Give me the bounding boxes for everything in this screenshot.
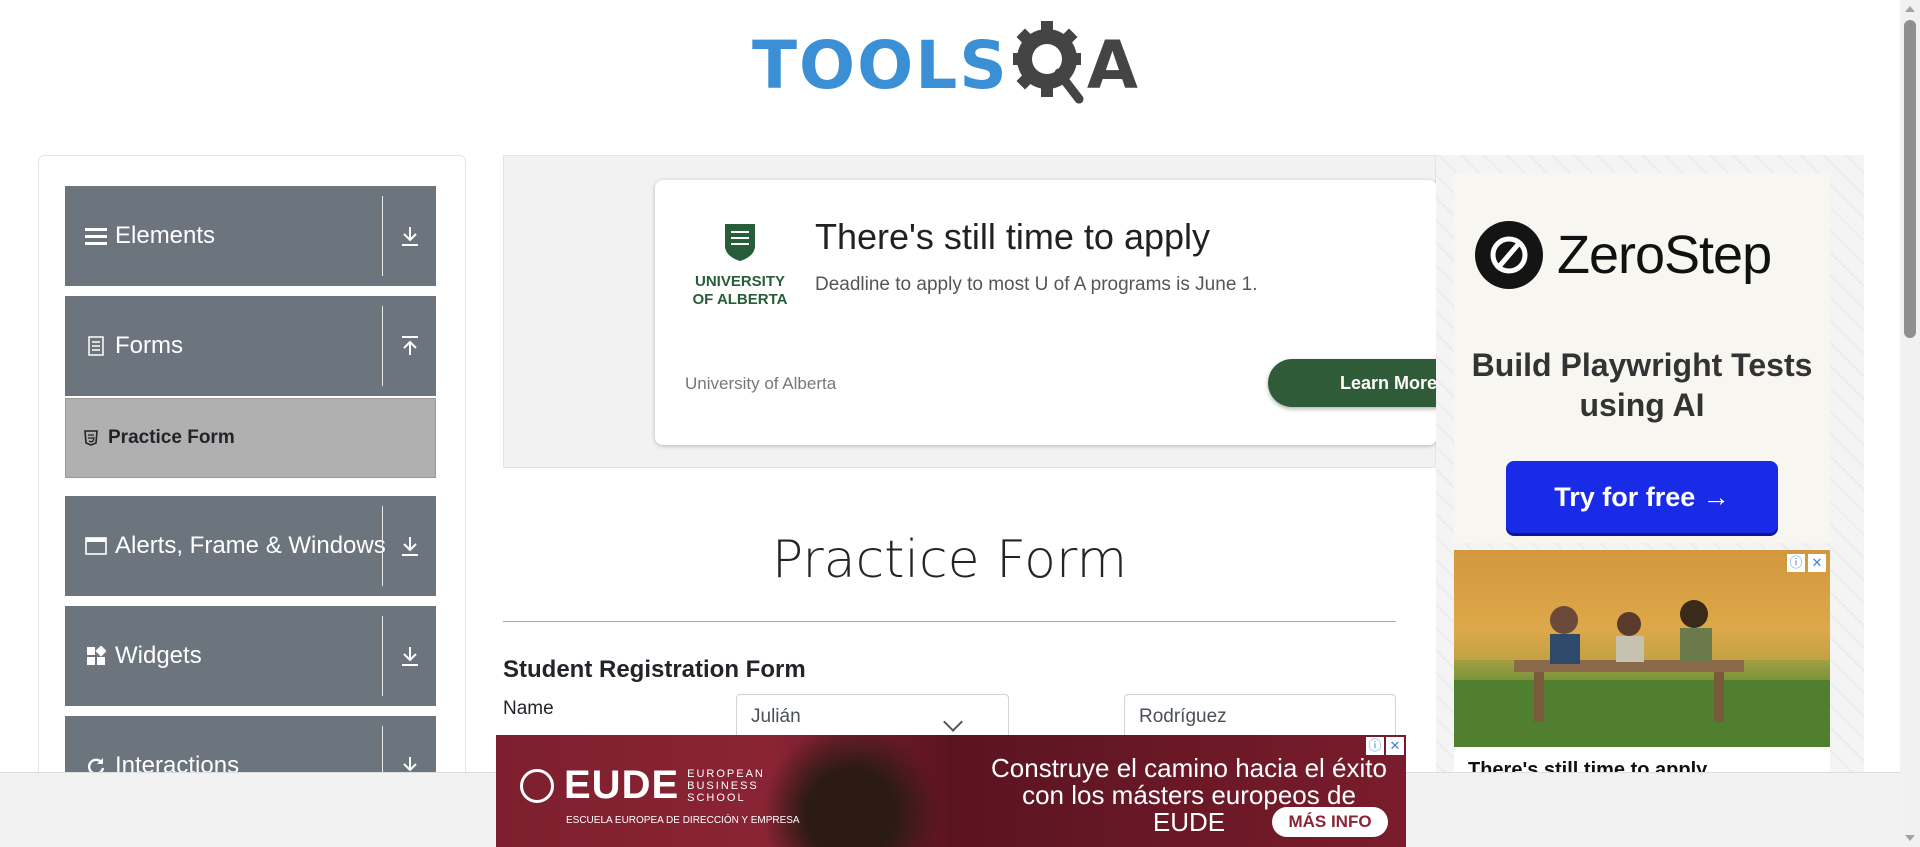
sidebar-group-label: Elements <box>115 222 216 249</box>
first-name-value: Julián <box>751 706 801 727</box>
chevron-down-icon <box>943 712 963 732</box>
right-ad[interactable]: ZeroStep Build Playwright Tests using AI… <box>1436 155 1864 847</box>
sidebar-group-elements[interactable]: Elements <box>65 186 436 286</box>
ad-headline[interactable]: There's still time to apply <box>815 216 1210 258</box>
html5-icon <box>84 430 98 446</box>
sidebar-item-practice-form[interactable]: Practice Form <box>65 398 436 478</box>
sidebar: Elements Forms Practice Form Alerts, Fra… <box>38 155 466 847</box>
download-arrow-icon[interactable] <box>397 223 423 249</box>
hamburger-icon <box>85 225 107 247</box>
last-name-value: Rodríguez <box>1139 706 1227 727</box>
eude-star-icon <box>520 768 554 803</box>
university-logo: UNIVERSITY OF ALBERTA <box>685 222 795 309</box>
download-arrow-icon[interactable] <box>397 643 423 669</box>
sidebar-group-forms[interactable]: Forms <box>65 296 436 396</box>
eude-tagline: ESCUELA EUROPEA DE DIRECCIÓN Y EMPRESA <box>566 815 800 826</box>
main-ad-banner[interactable]: UNIVERSITY OF ALBERTA There's still time… <box>503 155 1437 468</box>
crest-icon <box>725 224 755 261</box>
eude-ad-banner[interactable]: EUDE EUROPEAN BUSINESS SCHOOL ESCUELA EU… <box>496 735 1406 847</box>
eude-brand: EUDE <box>564 763 680 807</box>
ad-choices[interactable]: ⓘ ✕ <box>1787 554 1826 572</box>
first-name-input[interactable]: Julián <box>736 694 1009 738</box>
sidebar-group-label: Forms <box>115 332 183 359</box>
scroll-up-icon[interactable] <box>1905 6 1915 12</box>
ad-close-icon[interactable]: ✕ <box>1808 554 1826 572</box>
logo-tools-text: TOOLS <box>752 27 1009 104</box>
sidebar-item-label: Practice Form <box>108 427 235 448</box>
name-label: Name <box>503 698 554 719</box>
zerostep-ad[interactable]: ZeroStep Build Playwright Tests using AI… <box>1454 173 1830 543</box>
ad-choices[interactable]: ⓘ ✕ <box>1366 737 1404 755</box>
sidebar-group-label: Widgets <box>115 642 202 669</box>
mas-info-button[interactable]: MÁS INFO <box>1272 807 1388 837</box>
divider <box>382 616 383 696</box>
scroll-down-icon[interactable] <box>1905 835 1915 841</box>
eude-logo: EUDE EUROPEAN BUSINESS SCHOOL <box>520 763 767 808</box>
grid-icon <box>85 645 107 667</box>
document-icon <box>85 335 107 357</box>
logo-a-text: A <box>1086 27 1138 104</box>
form-subtitle: Student Registration Form <box>503 656 806 683</box>
sidebar-group-label: Alerts, Frame & Windows <box>115 532 386 559</box>
gear-magnifier-icon <box>1012 21 1084 104</box>
zerostep-tagline: Build Playwright Tests using AI <box>1471 347 1813 423</box>
learn-more-button[interactable]: Learn More <box>1268 359 1437 407</box>
divider <box>382 196 383 276</box>
divider <box>382 506 383 586</box>
divider <box>382 306 383 386</box>
try-for-free-button[interactable]: Try for free → <box>1506 461 1778 533</box>
page: TOOLS A Elements Forms Practice Form Ale… <box>0 0 1920 847</box>
last-name-input[interactable]: Rodríguez <box>1124 694 1396 738</box>
download-arrow-icon[interactable] <box>397 533 423 559</box>
toolsqa-logo[interactable]: TOOLS A <box>752 20 1138 112</box>
divider <box>503 621 1396 622</box>
ad-info-icon[interactable]: ⓘ <box>1787 554 1805 572</box>
ad-advertiser: University of Alberta <box>685 374 837 393</box>
eude-brand-sub: EUROPEAN BUSINESS SCHOOL <box>687 767 765 804</box>
ad-close-icon[interactable]: ✕ <box>1386 737 1404 755</box>
upload-arrow-icon[interactable] <box>397 333 423 359</box>
ad-card[interactable]: UNIVERSITY OF ALBERTA There's still time… <box>655 180 1437 445</box>
sidebar-group-alerts[interactable]: Alerts, Frame & Windows <box>65 496 436 596</box>
zerostep-logo: ZeroStep <box>1475 221 1772 289</box>
zerostep-mark-icon <box>1475 221 1543 289</box>
ad-photo[interactable]: ⓘ ✕ <box>1454 550 1830 747</box>
university-name: UNIVERSITY OF ALBERTA <box>692 273 788 308</box>
scroll-thumb[interactable] <box>1904 20 1916 338</box>
ad-subline: Deadline to apply to most U of A program… <box>815 274 1258 295</box>
window-icon <box>85 535 107 557</box>
sidebar-group-widgets[interactable]: Widgets <box>65 606 436 706</box>
zerostep-brand: ZeroStep <box>1557 225 1772 285</box>
ad-info-icon[interactable]: ⓘ <box>1366 737 1384 755</box>
page-title: Practice Form <box>771 530 1128 590</box>
students-photo <box>1454 550 1830 747</box>
vertical-scrollbar[interactable] <box>1900 0 1920 847</box>
